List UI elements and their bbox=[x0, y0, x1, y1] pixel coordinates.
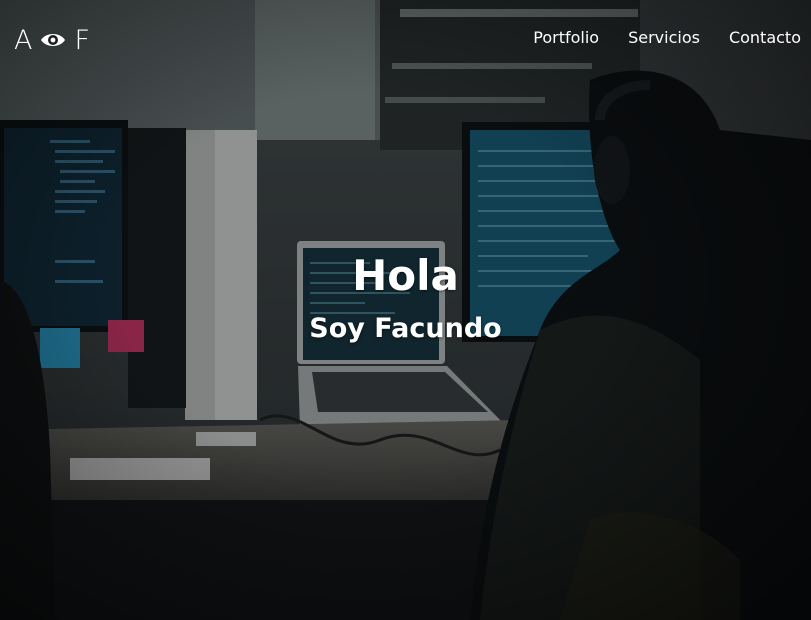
eye-icon bbox=[41, 34, 66, 46]
hero-background-image bbox=[0, 0, 811, 620]
nav-link-servicios[interactable]: Servicios bbox=[628, 28, 700, 48]
hero-subtitle: Soy Facundo bbox=[309, 313, 502, 344]
top-navigation: A F Portfolio Servicios Contacto bbox=[0, 0, 811, 80]
nav-link-contacto[interactable]: Contacto bbox=[729, 28, 801, 48]
nav-menu: Portfolio Servicios Contacto bbox=[533, 28, 801, 48]
nav-link-portfolio[interactable]: Portfolio bbox=[533, 28, 599, 48]
brand-letter-left: A bbox=[14, 24, 33, 56]
hero-greeting: Hola bbox=[352, 251, 459, 300]
brand-letter-right: F bbox=[74, 24, 91, 56]
hero-section: A F Portfolio Servicios Contacto Hola So… bbox=[0, 0, 811, 620]
brand-logo[interactable]: A F bbox=[14, 24, 90, 56]
